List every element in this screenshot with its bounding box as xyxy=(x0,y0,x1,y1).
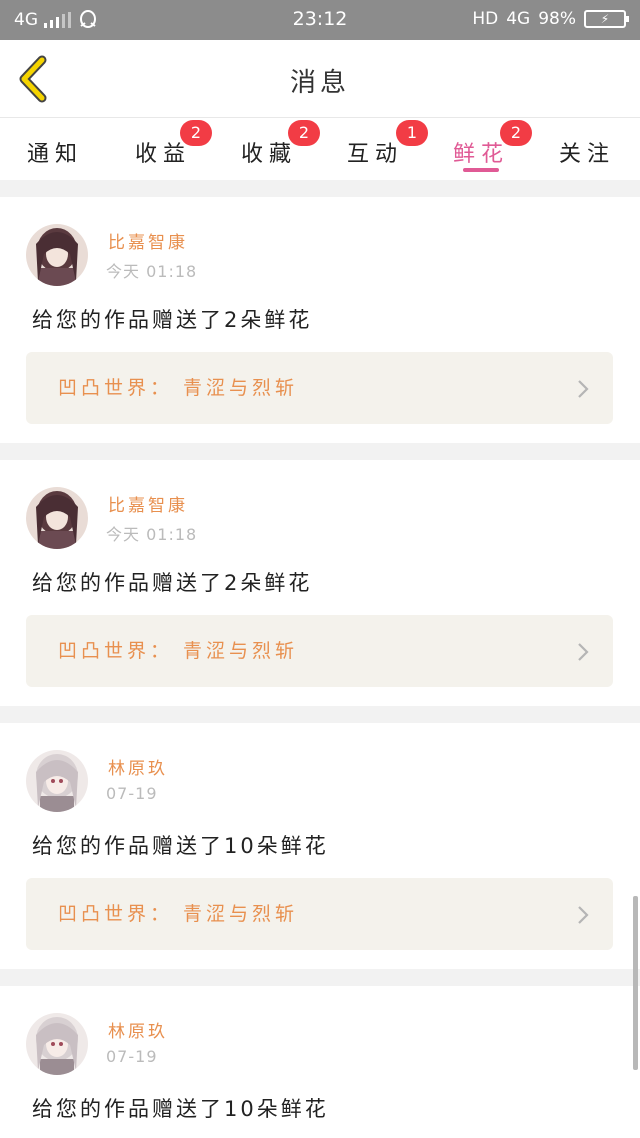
tab-follow[interactable]: 关注 xyxy=(534,126,640,180)
message-time: 07-19 xyxy=(106,1047,158,1066)
status-bar: 4G 23:12 HD 4G 98% ⚡ xyxy=(0,0,640,40)
scrollbar[interactable] xyxy=(633,896,638,1070)
message-time: 07-19 xyxy=(106,784,158,803)
message-card: 比嘉智康 今天 01:18 给您的作品赠送了2朵鲜花 凹凸世界： 青涩与烈斩 xyxy=(0,460,640,706)
work-title: 凹凸世界： 青涩与烈斩 xyxy=(58,903,299,925)
message-text: 给您的作品赠送了10朵鲜花 xyxy=(32,1097,329,1121)
tab-favorites[interactable]: 收藏 2 xyxy=(216,120,322,180)
work-link[interactable]: 凹凸世界： 青涩与烈斩 xyxy=(26,352,613,424)
network-type-right: 4G xyxy=(506,9,531,29)
user-name[interactable]: 林原玖 xyxy=(108,1017,168,1042)
tab-notice[interactable]: 通知 xyxy=(0,126,110,180)
tab-label: 收益 xyxy=(134,142,191,167)
status-right: HD 4G 98% ⚡ xyxy=(472,9,629,29)
avatar[interactable] xyxy=(26,224,88,286)
tab-label: 关注 xyxy=(558,142,615,167)
user-name[interactable]: 比嘉智康 xyxy=(108,228,188,253)
work-link[interactable]: 凹凸世界： 青涩与烈斩 xyxy=(26,878,613,950)
battery-percent: 98% xyxy=(538,9,576,29)
tab-label: 通知 xyxy=(26,142,83,167)
hd-indicator: HD xyxy=(472,9,499,29)
avatar[interactable] xyxy=(26,750,88,812)
message-card: 林原玖 07-19 给您的作品赠送了10朵鲜花 xyxy=(0,986,640,1138)
badge: 2 xyxy=(180,120,212,146)
badge: 2 xyxy=(500,120,532,146)
active-tab-indicator xyxy=(463,168,499,172)
user-name[interactable]: 林原玖 xyxy=(108,754,168,779)
chevron-right-icon xyxy=(578,380,589,398)
user-name[interactable]: 比嘉智康 xyxy=(108,491,188,516)
message-time: 今天 01:18 xyxy=(106,525,198,544)
tab-label: 收藏 xyxy=(240,142,297,167)
message-text: 给您的作品赠送了2朵鲜花 xyxy=(32,308,313,332)
work-title: 凹凸世界： 青涩与烈斩 xyxy=(58,377,299,399)
message-time: 今天 01:18 xyxy=(106,262,198,281)
page-title: 消息 xyxy=(289,68,350,98)
header: 消息 xyxy=(0,40,640,118)
battery-icon: ⚡ xyxy=(584,10,629,28)
badge: 2 xyxy=(288,120,320,146)
tab-interaction[interactable]: 互动 1 xyxy=(322,120,428,180)
tab-flowers[interactable]: 鲜花 2 xyxy=(428,120,534,180)
tab-earnings[interactable]: 收益 2 xyxy=(110,120,216,180)
chevron-right-icon xyxy=(578,906,589,924)
message-text: 给您的作品赠送了2朵鲜花 xyxy=(32,571,313,595)
message-card: 林原玖 07-19 给您的作品赠送了10朵鲜花 凹凸世界： 青涩与烈斩 xyxy=(0,723,640,969)
avatar[interactable] xyxy=(26,1013,88,1075)
tab-bar: 通知 收益 2 收藏 2 互动 1 鲜花 2 关注 xyxy=(0,118,640,180)
tab-label: 鲜花 xyxy=(452,142,509,167)
chevron-right-icon xyxy=(578,643,589,661)
message-card: 比嘉智康 今天 01:18 给您的作品赠送了2朵鲜花 凹凸世界： 青涩与烈斩 xyxy=(0,197,640,443)
tab-label: 互动 xyxy=(346,142,403,167)
work-title: 凹凸世界： 青涩与烈斩 xyxy=(58,640,299,662)
work-link[interactable]: 凹凸世界： 青涩与烈斩 xyxy=(26,615,613,687)
badge: 1 xyxy=(396,120,428,146)
message-text: 给您的作品赠送了10朵鲜花 xyxy=(32,834,329,858)
avatar[interactable] xyxy=(26,487,88,549)
